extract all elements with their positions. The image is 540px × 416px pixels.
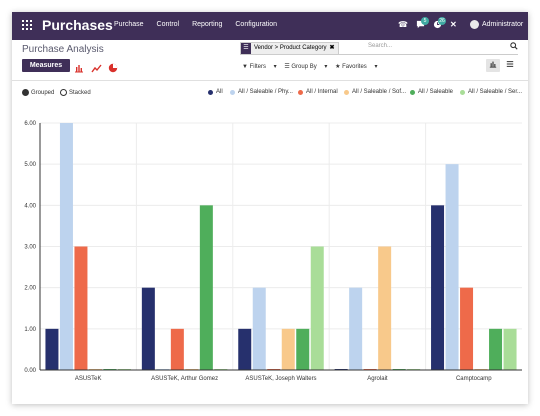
close-icon[interactable]: ✕ — [450, 20, 457, 30]
bar — [503, 328, 517, 370]
grouped-radio[interactable] — [22, 89, 29, 96]
top-navbar: Purchases Purchase Control Reporting Con… — [12, 12, 528, 40]
graph-view-button[interactable] — [486, 59, 500, 72]
filters-label: Filters — [249, 64, 266, 70]
x-tick-label: Camptocamp — [456, 376, 492, 382]
facet-remove-icon[interactable]: ✖ — [330, 43, 335, 54]
legend-label: All — [216, 89, 223, 95]
legend-item[interactable]: All / Internal — [298, 89, 338, 95]
bar — [141, 287, 155, 370]
legend-item[interactable]: All / Saleable / Phy... — [230, 89, 293, 95]
bar — [74, 246, 88, 370]
x-tick-label: ASUSTeK, Joseph Walters — [245, 376, 316, 382]
bar — [199, 205, 213, 370]
stacked-option[interactable]: Stacked — [60, 89, 91, 96]
phone-icon[interactable]: ☎ — [398, 20, 408, 30]
avatar[interactable] — [470, 20, 479, 29]
chat-badge: 5 — [421, 17, 429, 25]
groupby-label: Group By — [291, 64, 317, 70]
bar — [349, 287, 363, 370]
stacked-label: Stacked — [69, 89, 91, 96]
search-facet[interactable]: ☰ Vendor > Product Category ✖ — [240, 42, 339, 55]
app-name[interactable]: Purchases — [42, 17, 113, 33]
groupby-dropdown[interactable]: ☰ Group By ▾ — [284, 64, 327, 70]
apps-menu-icon[interactable] — [22, 20, 32, 30]
menu-reporting[interactable]: Reporting — [192, 21, 222, 28]
legend-label: All / Saleable / Phy... — [238, 89, 293, 95]
bar — [445, 164, 459, 370]
legend-swatch — [460, 89, 465, 95]
search-options: ▼ Filters ▾ ☰ Group By ▾ ★ Favorites ▾ — [242, 63, 384, 70]
bar — [460, 287, 474, 370]
y-tick-label: 0.00 — [24, 368, 36, 374]
grouped-option[interactable]: Grouped — [22, 89, 54, 96]
bar — [45, 328, 59, 370]
menu-configuration[interactable]: Configuration — [235, 21, 277, 28]
legend-item[interactable]: All / Saleable / Sof... — [344, 89, 406, 95]
facet-label: Vendor > Product Category — [254, 45, 327, 51]
legend-swatch — [410, 89, 415, 95]
list-icon: ☰ — [241, 43, 251, 54]
list-view-icon — [506, 61, 514, 67]
y-tick-label: 1.00 — [24, 327, 36, 333]
pie-chart-icon[interactable] — [108, 60, 120, 73]
search-icon[interactable] — [510, 42, 518, 52]
legend-item[interactable]: All — [208, 89, 223, 95]
bar — [238, 328, 252, 370]
legend-swatch — [208, 89, 213, 95]
bar — [170, 328, 184, 370]
y-tick-label: 2.00 — [24, 286, 36, 292]
favorites-dropdown[interactable]: ★ Favorites ▾ — [335, 64, 377, 70]
legend-item[interactable]: All / Saleable — [410, 89, 453, 95]
grouped-label: Grouped — [31, 89, 55, 96]
y-tick-label: 6.00 — [24, 121, 36, 127]
y-tick-label: 3.00 — [24, 245, 36, 251]
activity-icon[interactable]: 26 — [433, 17, 446, 32]
chat-icon[interactable]: 5 — [416, 17, 429, 32]
x-tick-label: ASUSTeK — [75, 376, 102, 382]
legend-label: All / Saleable — [418, 89, 454, 95]
measures-button[interactable]: Measures — [22, 59, 70, 72]
filters-dropdown[interactable]: ▼ Filters ▾ — [242, 64, 277, 70]
legend-label: All / Saleable / Sof... — [352, 89, 407, 95]
stacked-radio[interactable] — [60, 89, 67, 96]
legend-swatch — [344, 89, 349, 95]
bar — [431, 205, 445, 370]
bar-chart: 0.00 1.00 2.00 3.00 4.00 5.00 6.00 ASUSTeK ASUST… — [24, 121, 522, 382]
x-tick-label: ASUSTeK, Arthur Gomez — [151, 376, 218, 382]
search-bar[interactable]: ☰ Vendor > Product Category ✖ Search... — [240, 42, 518, 55]
bar — [489, 328, 503, 370]
menu-control[interactable]: Control — [157, 21, 180, 28]
bar — [252, 287, 266, 370]
graph-view-icon — [489, 61, 497, 68]
bar — [378, 246, 392, 370]
bar — [59, 123, 73, 370]
y-tick-label: 4.00 — [24, 203, 36, 209]
bar-chart-icon[interactable] — [74, 60, 86, 73]
activity-badge: 26 — [438, 17, 446, 25]
legend-item[interactable]: All / Saleable / Ser... — [460, 89, 522, 95]
bar — [310, 246, 324, 370]
app-window: Purchases Purchase Control Reporting Con… — [12, 12, 528, 404]
search-input[interactable]: Search... — [368, 43, 392, 49]
favorites-label: Favorites — [342, 64, 367, 70]
legend-swatch — [298, 89, 303, 95]
line-chart-icon[interactable] — [91, 60, 103, 73]
legend-label: All / Saleable / Ser... — [468, 89, 523, 95]
y-tick-label: 5.00 — [24, 162, 36, 168]
bar — [296, 328, 310, 370]
menu-purchase[interactable]: Purchase — [114, 21, 144, 28]
page-title: Purchase Analysis — [22, 44, 104, 55]
legend-swatch — [230, 89, 235, 95]
divider — [12, 80, 528, 81]
x-tick-label: Agrolait — [367, 376, 388, 382]
bar — [281, 328, 295, 370]
main-menu: Purchase Control Reporting Configuration — [114, 21, 288, 28]
legend-label: All / Internal — [306, 89, 338, 95]
user-menu[interactable]: Administrator — [482, 21, 523, 28]
list-view-button[interactable] — [503, 59, 517, 72]
